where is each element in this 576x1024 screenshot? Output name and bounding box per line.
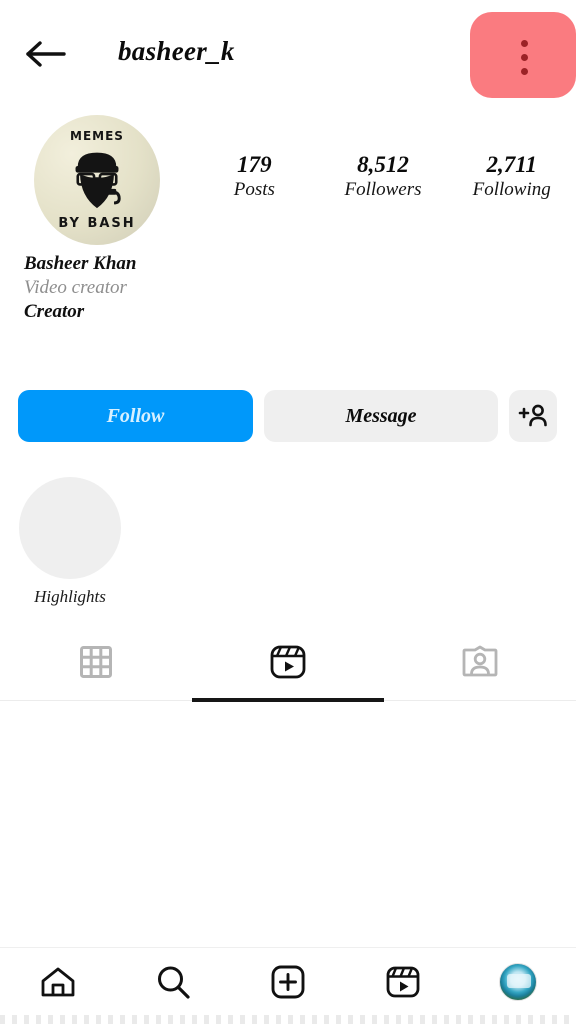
- display-name: Basheer Khan: [24, 253, 137, 274]
- profile-picture-button[interactable]: MEMES BY BASH: [34, 115, 160, 245]
- instagram-profile-screen: basheer_k MEMES BY BASH 179 Posts 8,512 …: [0, 0, 576, 1024]
- stat-posts[interactable]: 179 Posts: [190, 152, 319, 203]
- tab-reels[interactable]: [192, 622, 384, 702]
- nav-search[interactable]: [115, 962, 230, 1002]
- bottom-navigation-bar: [0, 947, 576, 1024]
- add-person-icon: [518, 404, 547, 427]
- followers-count: 8,512: [357, 152, 409, 177]
- reels-icon: [386, 966, 420, 998]
- home-icon: [41, 967, 74, 997]
- grid-icon: [80, 646, 112, 678]
- search-icon: [157, 966, 190, 999]
- profile-action-buttons: Follow Message: [18, 390, 558, 442]
- options-menu-button[interactable]: [470, 12, 576, 98]
- follow-button[interactable]: Follow: [18, 390, 253, 442]
- message-button[interactable]: Message: [264, 390, 498, 442]
- profile-bio: Basheer Khan Video creator Creator: [24, 252, 344, 324]
- arrow-left-icon: [26, 41, 66, 67]
- nav-create[interactable]: [230, 962, 345, 1002]
- profile-stats: 179 Posts 8,512 Followers 2,711 Followin…: [190, 152, 576, 203]
- profile-content-tabs: [0, 622, 576, 706]
- nav-reels[interactable]: [346, 963, 461, 1001]
- header-bar: basheer_k: [0, 0, 576, 105]
- active-tab-underline: [192, 698, 384, 702]
- reels-icon: [270, 645, 306, 679]
- profile-role: Creator: [24, 300, 85, 322]
- back-button[interactable]: [22, 32, 68, 76]
- followers-label: Followers: [344, 179, 422, 201]
- highlight-label: Highlights: [34, 587, 106, 606]
- avatar-icon: [499, 963, 538, 1001]
- posts-count: 179: [237, 152, 272, 177]
- stat-following[interactable]: 2,711 Following: [447, 152, 576, 203]
- tab-grid[interactable]: [0, 622, 192, 702]
- following-label: Following: [472, 179, 551, 201]
- content-grid-empty: [0, 707, 576, 947]
- story-highlights: Highlights: [18, 477, 558, 606]
- stat-followers[interactable]: 8,512 Followers: [319, 152, 448, 203]
- following-count: 2,711: [486, 152, 537, 177]
- profile-category: Video creator: [24, 276, 127, 298]
- profile-picture: MEMES BY BASH: [34, 115, 160, 245]
- highlight-item[interactable]: Highlights: [18, 477, 122, 607]
- avatar-face-illustration: [75, 152, 121, 209]
- system-gesture-bar: [0, 1015, 576, 1024]
- tagged-icon: [462, 645, 498, 677]
- tab-tagged[interactable]: [384, 622, 576, 702]
- posts-label: Posts: [233, 179, 275, 201]
- nav-profile[interactable]: [461, 963, 576, 1001]
- suggested-users-button[interactable]: [509, 390, 557, 442]
- more-vertical-icon: [520, 40, 528, 75]
- nav-home[interactable]: [0, 962, 115, 1002]
- highlight-circle: [19, 477, 121, 579]
- avatar-text-top: MEMES: [70, 129, 124, 143]
- profile-username-title: basheer_k: [118, 36, 235, 66]
- avatar-text-bottom: BY BASH: [58, 216, 136, 231]
- plus-box-icon: [271, 965, 305, 999]
